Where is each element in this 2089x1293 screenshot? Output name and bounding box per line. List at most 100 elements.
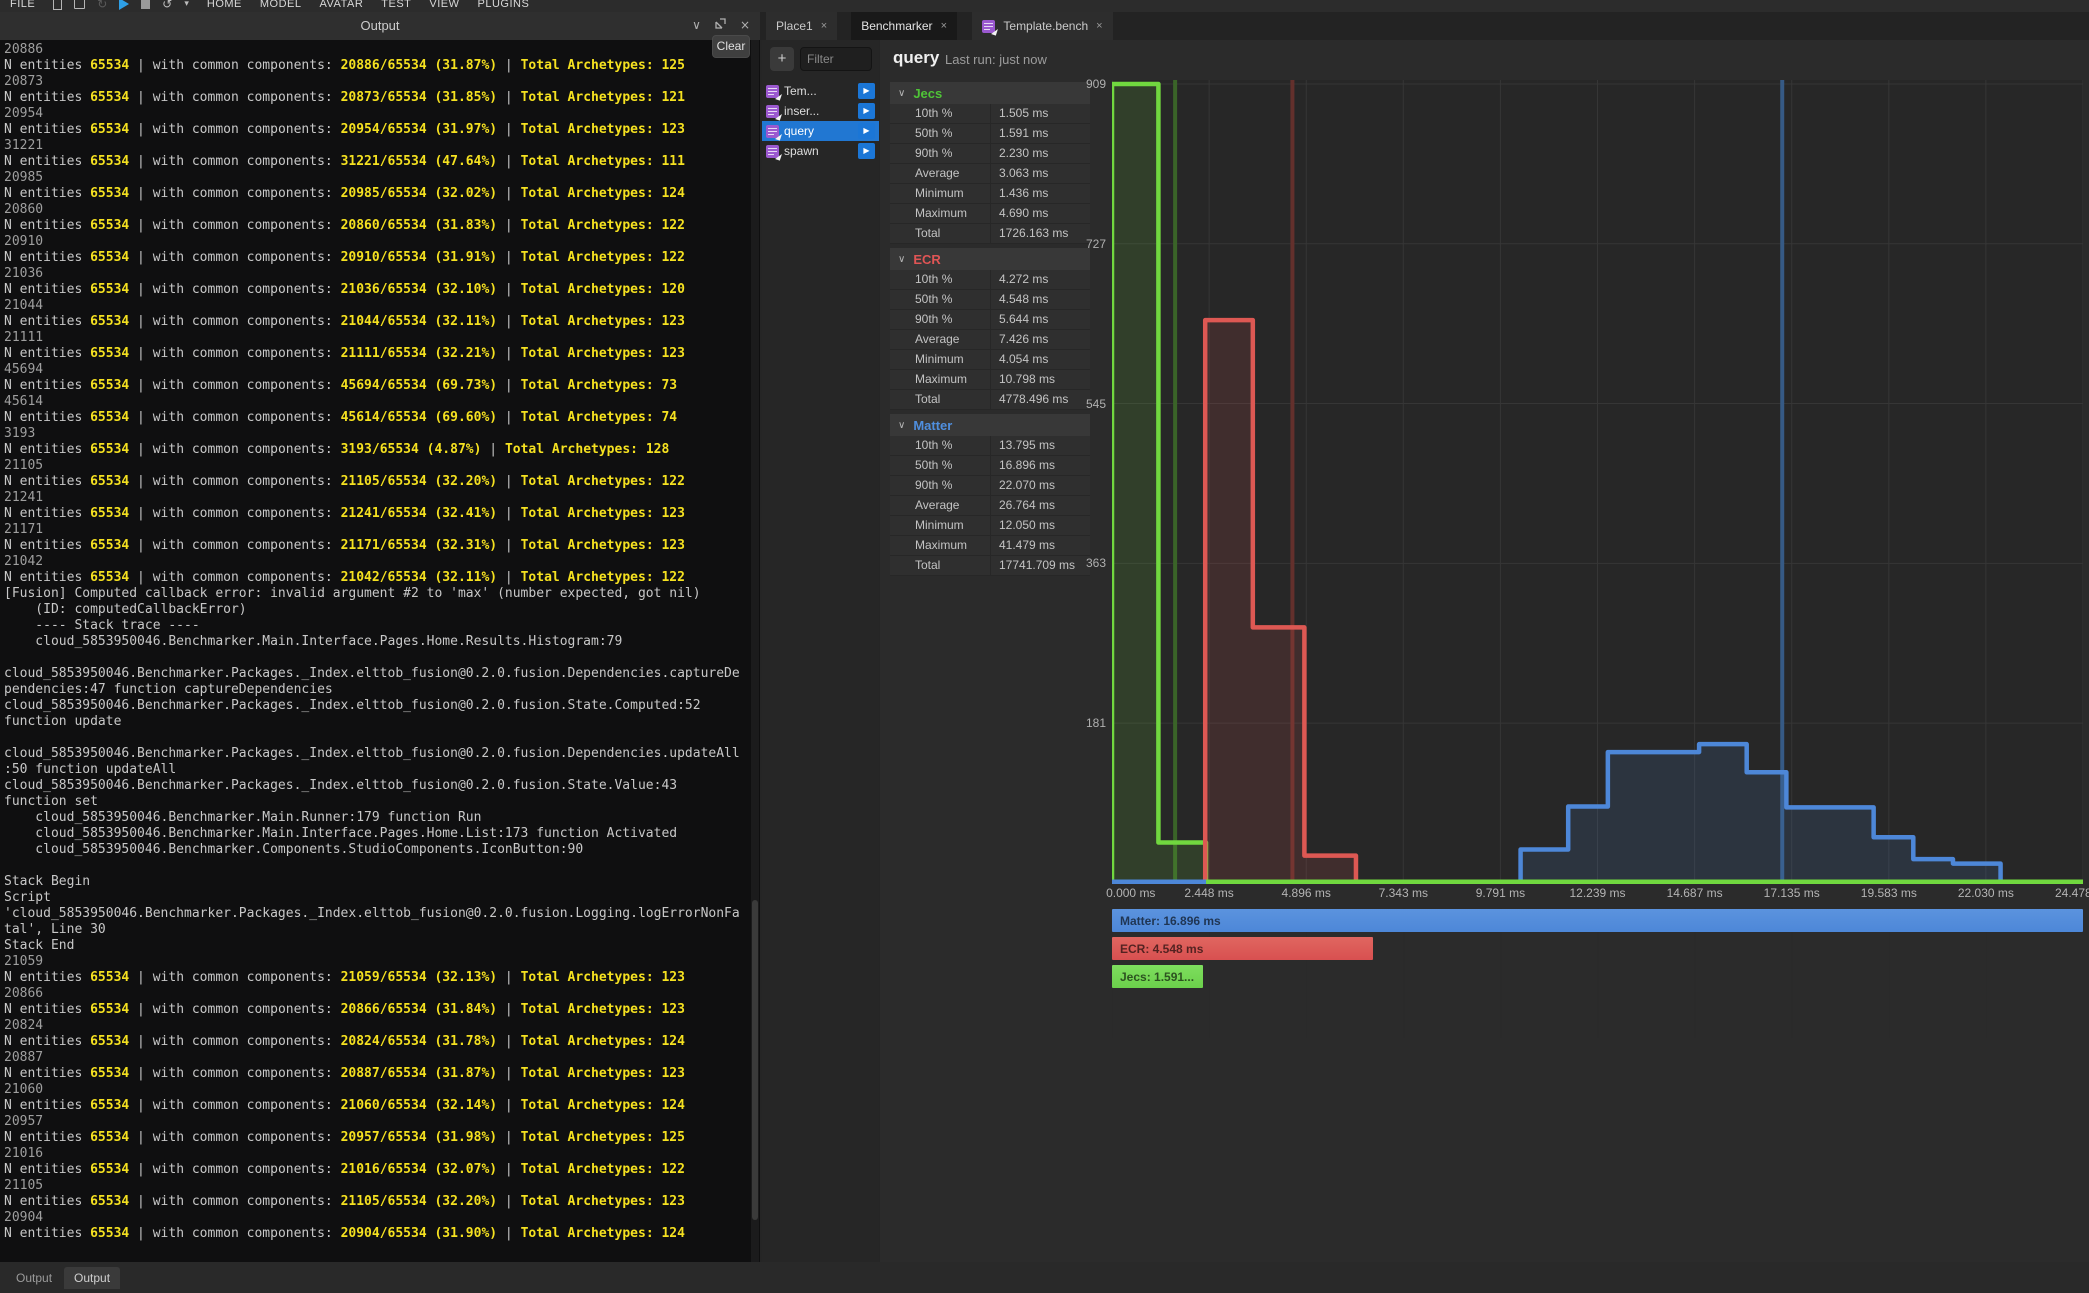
- bottom-tab-output[interactable]: Output: [6, 1267, 62, 1289]
- stat-row: Minimum1.436 ms: [890, 184, 1090, 204]
- section-name: Matter: [913, 418, 952, 433]
- stat-row: 10th %13.795 ms: [890, 436, 1090, 456]
- chevron-down-icon[interactable]: ∨: [692, 18, 701, 32]
- stat-label: Maximum: [890, 536, 990, 555]
- output-console[interactable]: 20886N entities 65534 | with common comp…: [0, 40, 760, 1262]
- tab-close-icon[interactable]: ×: [821, 20, 827, 32]
- caret-down-icon[interactable]: ▾: [184, 0, 189, 9]
- stat-value: 12.050 ms: [990, 516, 1090, 535]
- run-benchmark-button[interactable]: ▶: [858, 83, 875, 99]
- console-line: cloud_5853950046.Benchmarker.Packages._I…: [4, 698, 748, 714]
- console-line: N entities 65534 | with common component…: [4, 314, 748, 330]
- undo-icon[interactable]: ↺: [162, 0, 172, 10]
- console-line: cloud_5853950046.Benchmarker.Packages._I…: [4, 778, 748, 794]
- add-benchmark-button[interactable]: +: [770, 47, 794, 71]
- console-line: 'cloud_5853950046.Benchmarker.Packages._…: [4, 906, 748, 922]
- section-name: Jecs: [913, 86, 942, 101]
- console-line: N entities 65534 | with common component…: [4, 186, 748, 202]
- redo-icon[interactable]: ↻: [97, 0, 107, 10]
- console-line: cloud_5853950046.Benchmarker.Main.Interf…: [4, 826, 748, 842]
- menu-item-file[interactable]: FILE: [10, 0, 35, 10]
- menu-item-view[interactable]: VIEW: [429, 0, 459, 10]
- close-icon[interactable]: ×: [740, 18, 750, 32]
- section-name: ECR: [913, 252, 940, 267]
- run-benchmark-button[interactable]: ▶: [858, 123, 875, 139]
- console-line: :50 function updateAll: [4, 762, 748, 778]
- popout-icon[interactable]: [715, 18, 726, 32]
- console-line: N entities 65534 | with common component…: [4, 122, 748, 138]
- stat-label: 50th %: [890, 456, 990, 475]
- tab-template-bench[interactable]: Template.bench ×: [972, 12, 1112, 40]
- tab-benchmarker[interactable]: Benchmarker×: [851, 12, 957, 40]
- run-benchmark-button[interactable]: ▶: [858, 103, 875, 119]
- list-item-query[interactable]: query ▶: [762, 121, 879, 141]
- console-line: 45694: [4, 362, 748, 378]
- menu-item-avatar[interactable]: AVATAR: [320, 0, 364, 10]
- console-line: Stack Begin: [4, 874, 748, 890]
- export-icon[interactable]: [74, 0, 85, 9]
- section-header-matter[interactable]: ∨Matter: [890, 414, 1090, 436]
- list-item-label: Tem...: [784, 84, 853, 98]
- tab-close-icon[interactable]: ×: [1096, 20, 1102, 32]
- list-item-inser[interactable]: inser...▶: [762, 101, 879, 121]
- stat-label: Minimum: [890, 350, 990, 369]
- console-line: Script: [4, 890, 748, 906]
- bottom-tab-output[interactable]: Output: [64, 1267, 120, 1289]
- play-icon[interactable]: [119, 0, 129, 10]
- stat-label: 10th %: [890, 104, 990, 123]
- toolbar-quick-icons: ↻ ↺ ▾: [53, 0, 189, 10]
- console-line: N entities 65534 | with common component…: [4, 58, 748, 74]
- stat-row: Minimum4.054 ms: [890, 350, 1090, 370]
- x-tick-label: 14.687 ms: [1667, 886, 1723, 900]
- menu-item-test[interactable]: TEST: [381, 0, 411, 10]
- section-header-jecs[interactable]: ∨Jecs: [890, 82, 1090, 104]
- bench-script-icon: [982, 20, 995, 33]
- console-scrollbar-thumb[interactable]: [752, 900, 758, 1220]
- legend-bar-matter: Matter: 16.896 ms: [1112, 909, 2083, 932]
- histogram-chart[interactable]: [1112, 80, 2083, 884]
- stat-value: 10.798 ms: [990, 370, 1090, 389]
- console-scrollbar[interactable]: [751, 40, 759, 1262]
- section-header-ecr[interactable]: ∨ECR: [890, 248, 1090, 270]
- console-line: cloud_5853950046.Benchmarker.Components.…: [4, 842, 748, 858]
- tab-label: Template.bench: [1003, 19, 1088, 33]
- stat-value: 17741.709 ms: [990, 556, 1090, 575]
- paste-icon[interactable]: [53, 0, 62, 10]
- console-line: N entities 65534 | with common component…: [4, 474, 748, 490]
- chart-legend-bars: Matter: 16.896 msECR: 4.548 msJecs: 1.59…: [1112, 908, 2083, 1038]
- menu-bar: FILE ↻ ↺ ▾ HOME MODEL AVATAR TEST VIEW PLUGINS: [0, 0, 2089, 12]
- stat-row: Average3.063 ms: [890, 164, 1090, 184]
- console-line: 21044: [4, 298, 748, 314]
- stat-row: Total1726.163 ms: [890, 224, 1090, 244]
- x-tick-label: 12.239 ms: [1569, 886, 1625, 900]
- menu-item-plugins[interactable]: PLUGINS: [478, 0, 530, 10]
- tab-close-icon[interactable]: ×: [941, 20, 947, 32]
- filter-input[interactable]: Filter: [800, 47, 872, 71]
- console-line: N entities 65534 | with common component…: [4, 1066, 748, 1082]
- x-tick-label: 4.896 ms: [1282, 886, 1331, 900]
- menu-item-home[interactable]: HOME: [207, 0, 242, 10]
- stat-row: 50th %16.896 ms: [890, 456, 1090, 476]
- run-benchmark-button[interactable]: ▶: [858, 143, 875, 159]
- list-item-Tem[interactable]: Tem... ▶: [762, 81, 879, 101]
- menu-item-model[interactable]: MODEL: [260, 0, 302, 10]
- x-tick-label: 7.343 ms: [1379, 886, 1428, 900]
- stat-label: 90th %: [890, 310, 990, 329]
- console-line: cloud_5853950046.Benchmarker.Main.Runner…: [4, 810, 748, 826]
- console-line: N entities 65534 | with common component…: [4, 378, 748, 394]
- x-tick-label: 17.135 ms: [1764, 886, 1820, 900]
- console-line: N entities 65534 | with common component…: [4, 442, 748, 458]
- stat-label: 90th %: [890, 144, 990, 163]
- console-line: N entities 65534 | with common component…: [4, 970, 748, 986]
- clear-button[interactable]: Clear: [712, 35, 750, 58]
- stat-row: Average7.426 ms: [890, 330, 1090, 350]
- list-item-label: query: [784, 124, 853, 138]
- console-line: function set: [4, 794, 748, 810]
- tab-label: Place1: [776, 19, 813, 33]
- list-item-spawn[interactable]: spawn▶: [762, 141, 879, 161]
- stat-label: Maximum: [890, 370, 990, 389]
- y-tick-label: 363: [1086, 556, 1106, 570]
- tab-place1[interactable]: Place1 ×: [766, 12, 837, 40]
- stat-row: 50th %4.548 ms: [890, 290, 1090, 310]
- stop-icon[interactable]: [141, 0, 150, 9]
